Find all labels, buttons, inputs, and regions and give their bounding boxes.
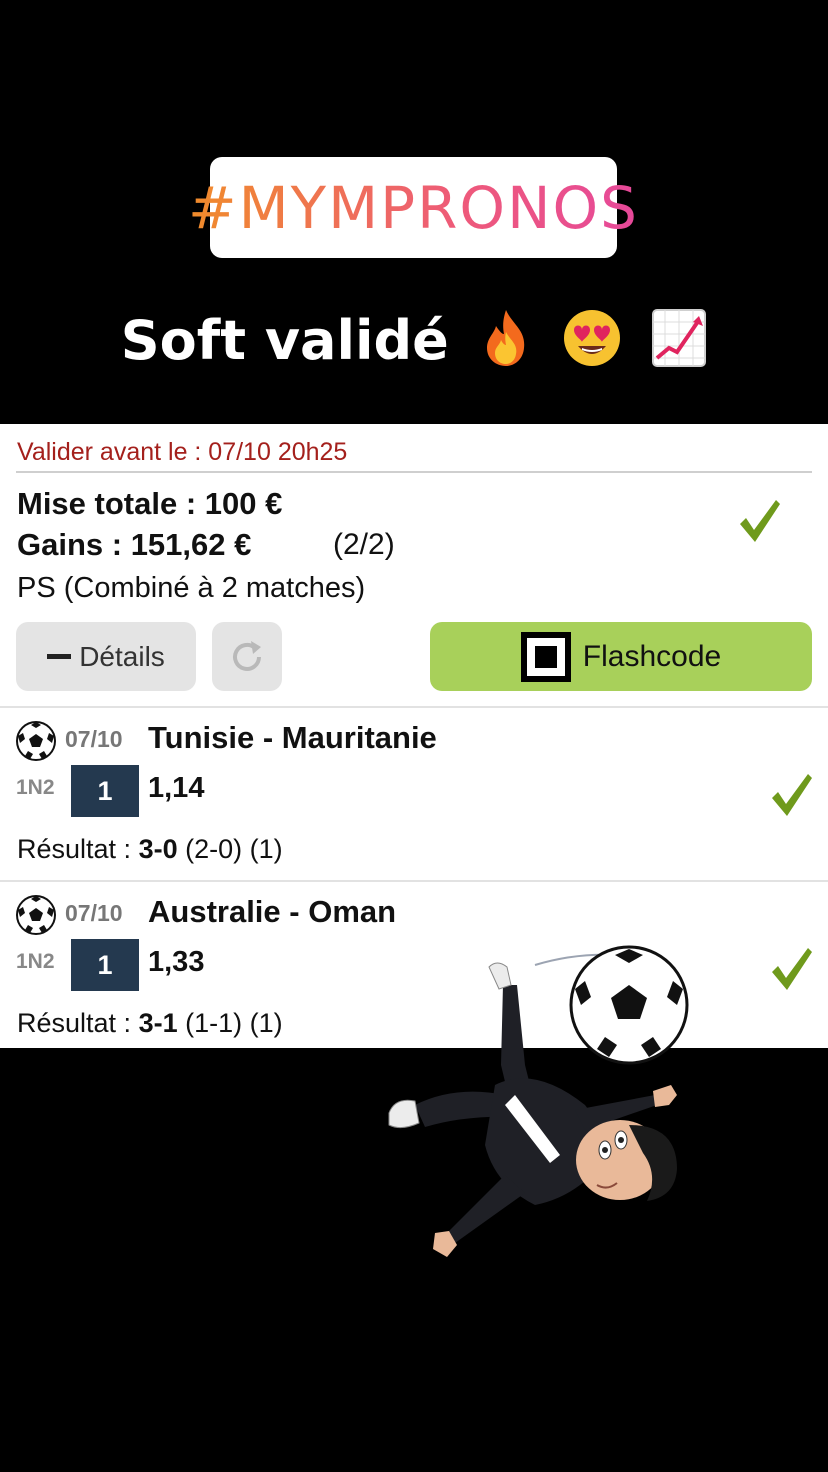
- total-winnings: Gains : 151,62 €: [17, 527, 252, 562]
- checkmark-icon: [770, 772, 814, 823]
- final-score: 3-1: [138, 1008, 178, 1038]
- hashtag-sticker: #MYMPRONOS: [188, 157, 637, 258]
- details-button[interactable]: Détails: [16, 622, 196, 691]
- result-label: Résultat :: [17, 1008, 139, 1038]
- hashtag-text: #MYMPRONOS: [188, 173, 639, 242]
- checkmark-icon: [738, 498, 782, 549]
- refresh-button[interactable]: [212, 622, 282, 691]
- match-date: 07/10: [65, 726, 123, 752]
- divider: [16, 471, 812, 473]
- result-label: Résultat :: [17, 834, 139, 864]
- soccer-ball-icon: [569, 945, 689, 1065]
- matches-count: (2/2): [333, 528, 395, 561]
- total-stake: Mise totale : 100 €: [17, 486, 283, 521]
- minus-icon: [47, 654, 72, 659]
- soccer-ball-icon: [15, 720, 57, 767]
- soccer-ball-icon: [15, 894, 57, 941]
- odds-value: 1,33: [148, 946, 205, 978]
- match-row: 07/10 Tunisie - Mauritanie 1N2 1 1,14 Ré…: [0, 708, 828, 880]
- deadline-text: Valider avant le : 07/10 20h25: [17, 438, 348, 466]
- checkmark-icon: [770, 946, 814, 997]
- fire-emoji-icon: [478, 308, 534, 381]
- market-label: 1N2: [16, 776, 55, 799]
- heart-eyes-emoji-icon: [562, 308, 622, 381]
- match-teams: Tunisie - Mauritanie: [148, 720, 437, 755]
- score-detail: (1-1) (1): [177, 1008, 283, 1038]
- match-teams: Australie - Oman: [148, 894, 397, 929]
- odds-value: 1,14: [148, 772, 205, 804]
- qr-code-icon: [520, 631, 571, 682]
- caption-text: Soft validé: [120, 309, 449, 373]
- bet-type: PS (Combiné à 2 matches): [17, 572, 366, 604]
- match-result: Résultat : 3-1 (1-1) (1): [17, 1008, 283, 1039]
- match-result: Résultat : 3-0 (2-0) (1): [17, 834, 283, 865]
- flashcode-button[interactable]: Flashcode: [430, 622, 812, 691]
- bicycle-kick-avatar-sticker: [385, 945, 695, 1275]
- flashcode-label: Flashcode: [582, 639, 722, 673]
- score-detail: (2-0) (1): [177, 834, 283, 864]
- story-caption: Soft validé: [0, 308, 828, 381]
- refresh-icon: [233, 640, 261, 671]
- market-label: 1N2: [16, 950, 55, 973]
- chart-increasing-emoji-icon: [651, 308, 707, 381]
- final-score: 3-0: [138, 834, 178, 864]
- match-date: 07/10: [65, 900, 123, 926]
- details-label: Détails: [79, 640, 165, 672]
- pick-badge: 1: [71, 939, 139, 991]
- pick-badge: 1: [71, 765, 139, 817]
